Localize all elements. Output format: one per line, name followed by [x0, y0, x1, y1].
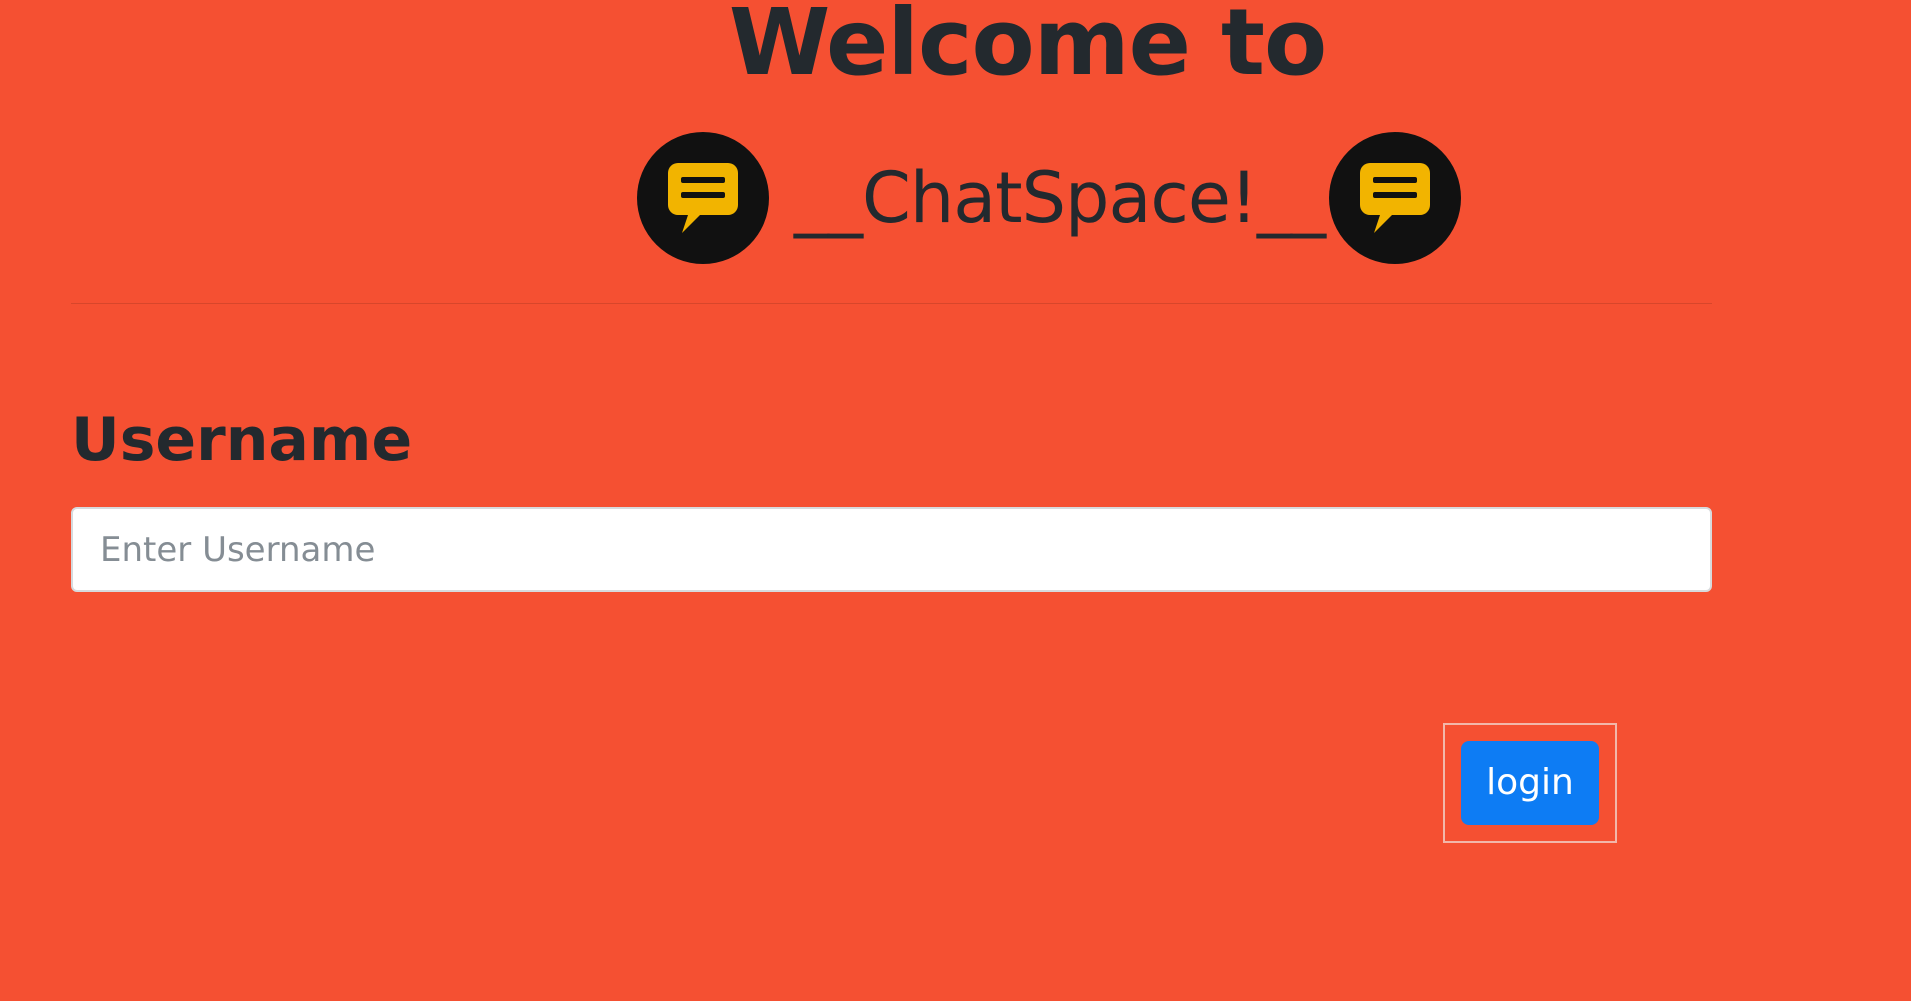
- username-label: Username: [71, 405, 413, 475]
- page-title: Welcome to: [728, 0, 1327, 96]
- login-page: Welcome to __ChatSpace!__ Username login: [0, 0, 1911, 1001]
- login-button[interactable]: login: [1461, 741, 1599, 825]
- username-input[interactable]: [71, 507, 1712, 592]
- section-divider: [71, 303, 1712, 304]
- brand-row: __ChatSpace!__: [637, 130, 1461, 266]
- brand-name: __ChatSpace!__: [794, 157, 1326, 239]
- chat-message-icon: [1328, 132, 1461, 264]
- chat-message-icon: [637, 132, 769, 264]
